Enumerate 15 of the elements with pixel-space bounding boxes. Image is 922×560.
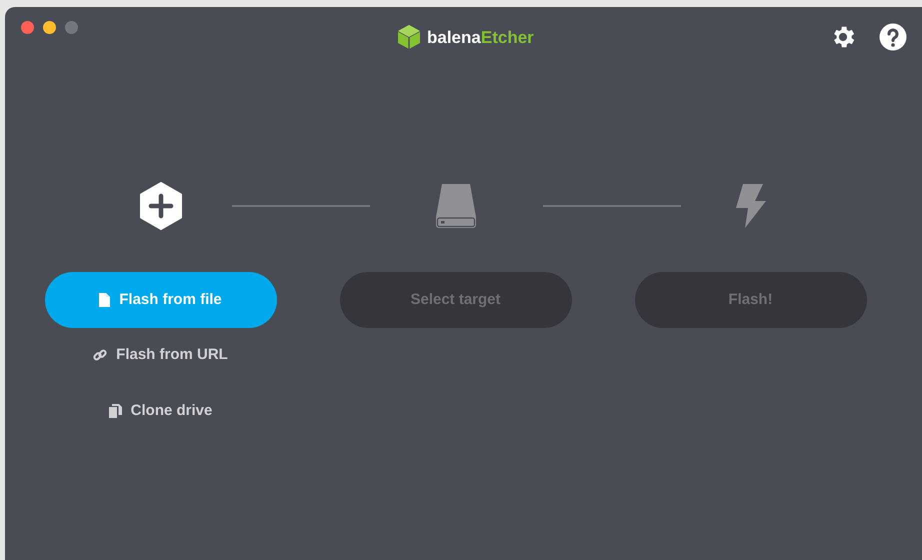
flash-from-file-button[interactable]: Flash from file xyxy=(44,272,276,328)
brand-name: balena xyxy=(427,28,481,46)
lightning-bolt-icon xyxy=(733,183,767,229)
close-window-button[interactable] xyxy=(21,21,34,34)
help-icon[interactable] xyxy=(879,23,907,51)
plus-hexagon-icon xyxy=(139,182,183,230)
minimize-window-button[interactable] xyxy=(43,21,56,34)
drive-icon xyxy=(434,183,478,229)
product-name: Etcher xyxy=(480,28,534,46)
cube-logo-icon xyxy=(397,24,421,50)
flash-from-url-link[interactable]: Flash from URL xyxy=(93,336,228,374)
copy-icon xyxy=(108,404,122,418)
clone-drive-link[interactable]: Clone drive xyxy=(108,392,212,430)
file-icon xyxy=(99,293,110,307)
link-icon xyxy=(93,348,108,362)
